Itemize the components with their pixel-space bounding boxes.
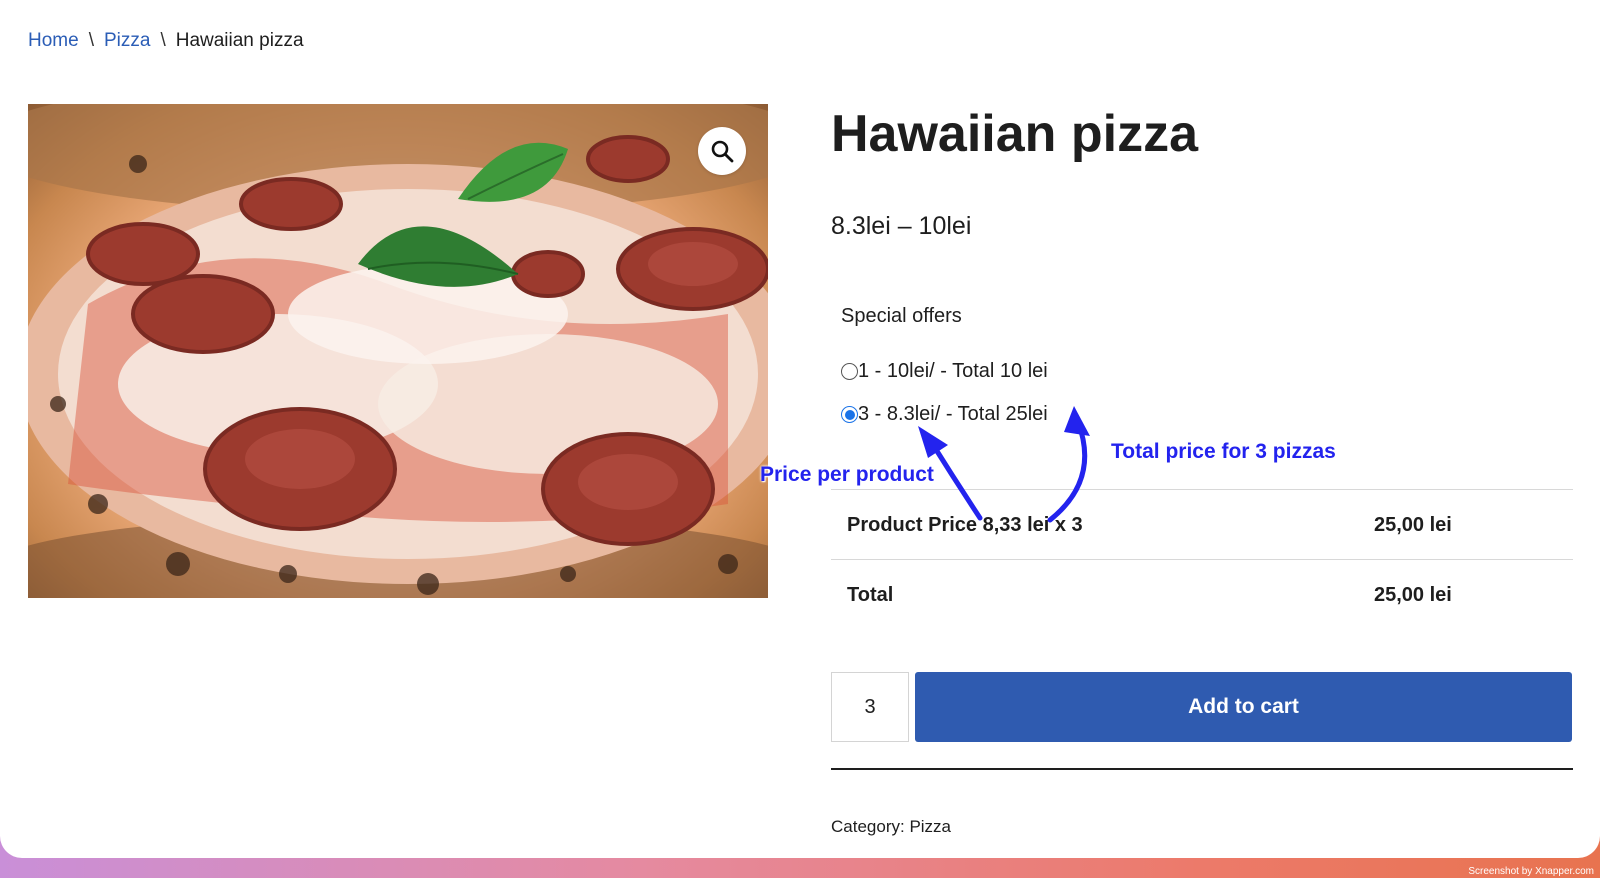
arrow-total-price [1047,419,1088,523]
breadcrumb-current: Hawaiian pizza [175,30,304,51]
product-price-label: Product Price 8,33 lei x 3 [847,514,1083,536]
category-link[interactable]: Pizza [909,817,951,836]
offer-radio-1[interactable] [841,363,858,380]
table-divider [831,559,1573,560]
arrow-price-per-product [927,437,983,521]
product-category: Category: Pizza [831,817,951,837]
annotation-total-price: Total price for 3 pizzas [1111,440,1336,463]
total-value: 25,00 lei [1374,584,1452,606]
category-label: Category: [831,817,905,836]
pizza-illustration [28,104,768,598]
zoom-button[interactable] [698,127,746,175]
offer-option-label: 1 - 10lei/ - Total 10 lei [858,360,1048,382]
price-range: 8.3lei – 10lei [831,212,972,240]
add-to-cart-button[interactable]: Add to cart [915,672,1572,742]
breadcrumb-home-link[interactable]: Home [28,30,79,51]
total-label: Total [847,584,894,606]
breadcrumb: Home \ Pizza \ Hawaiian pizza [28,30,304,52]
arrow-head-icon [918,426,948,458]
offer-radio-3[interactable] [841,406,858,423]
section-divider [831,768,1573,770]
offer-option-1[interactable]: 1 - 10lei/ - Total 10 lei [841,360,1048,383]
offer-option-3[interactable]: 3 - 8.3lei/ - Total 25lei [841,403,1048,426]
quantity-input[interactable]: 3 [831,672,909,742]
magnifier-icon [711,140,734,163]
product-title: Hawaiian pizza [831,105,1198,163]
special-offers-label: Special offers [841,305,962,327]
offer-option-label: 3 - 8.3lei/ - Total 25lei [858,403,1048,425]
arrow-head-icon [1064,406,1090,436]
product-image[interactable] [28,104,768,598]
product-price-value: 25,00 lei [1374,514,1452,536]
breadcrumb-separator: \ [160,30,166,51]
breadcrumb-separator: \ [88,30,94,51]
product-page: Home \ Pizza \ Hawaiian pizza Hawaiian p… [0,0,1600,858]
table-divider [831,489,1573,490]
breadcrumb-category-link[interactable]: Pizza [104,30,150,51]
annotation-price-per-product: Price per product [760,463,934,486]
watermark: Screenshot by Xnapper.com [1468,866,1594,877]
